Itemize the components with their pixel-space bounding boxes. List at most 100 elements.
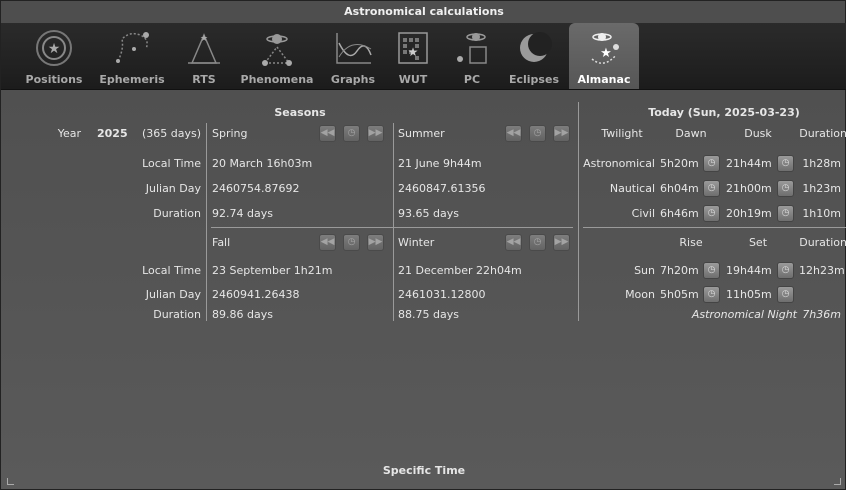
svg-text:★: ★: [600, 46, 612, 61]
clock-icon: ◷: [533, 237, 542, 247]
nautical-duration: 1h23m: [802, 182, 841, 195]
rewind-icon: ◀◀: [320, 237, 335, 247]
astronomical-dusk-goto-button[interactable]: ◷: [777, 155, 794, 172]
spring-local-time: 20 March 16h03m: [212, 157, 313, 170]
clock-icon: ◷: [707, 265, 716, 275]
summer-current-button[interactable]: ◷: [529, 125, 546, 142]
duration-column-header: Duration: [799, 127, 846, 140]
winter-duration: 88.75 days: [398, 308, 459, 321]
fast-forward-icon: ▶▶: [554, 237, 569, 247]
rewind-icon: ◀◀: [320, 128, 335, 138]
nautical-dusk: 21h00m: [726, 182, 772, 195]
winter-current-button[interactable]: ◷: [529, 234, 546, 251]
divider: [578, 102, 579, 321]
set-column-header: Set: [748, 236, 768, 249]
wut-icon: ★: [398, 32, 428, 64]
twilight-column-header: Twilight: [601, 127, 643, 140]
spring-name: Spring: [212, 127, 248, 140]
civil-dusk-goto-button[interactable]: ◷: [777, 205, 794, 222]
julian-day-label: Julian Day: [145, 288, 201, 301]
moon-set-goto-button[interactable]: ◷: [777, 286, 794, 303]
fall-duration: 89.86 days: [212, 308, 273, 321]
resize-grip-icon[interactable]: [834, 478, 841, 485]
civil-twilight-label: Civil: [631, 207, 655, 220]
divider: [211, 227, 573, 228]
sun-label: Sun: [634, 264, 655, 277]
civil-dawn-goto-button[interactable]: ◷: [703, 205, 720, 222]
tab-ephemeris[interactable]: Ephemeris: [95, 23, 169, 89]
tab-pc[interactable]: PC: [447, 23, 497, 89]
tab-label: WUT: [398, 73, 428, 86]
phenomena-icon: [262, 34, 292, 66]
specific-time-header[interactable]: Specific Time: [331, 464, 517, 477]
resize-grip-icon[interactable]: [7, 478, 14, 485]
summer-name: Summer: [398, 127, 445, 140]
summer-previous-button[interactable]: ◀◀: [505, 125, 522, 142]
tab-rts[interactable]: ★ RTS: [179, 23, 229, 89]
clock-icon: ◷: [781, 158, 790, 168]
winter-julian-day: 2461031.12800: [398, 288, 486, 301]
sun-duration: 12h23m: [799, 264, 845, 277]
spring-previous-button[interactable]: ◀◀: [319, 125, 336, 142]
fall-current-button[interactable]: ◷: [343, 234, 360, 251]
sun-rise-goto-button[interactable]: ◷: [703, 262, 720, 279]
svg-text:★: ★: [48, 41, 61, 57]
sun-set-goto-button[interactable]: ◷: [777, 262, 794, 279]
nautical-dusk-goto-button[interactable]: ◷: [777, 180, 794, 197]
nautical-dawn: 6h04m: [660, 182, 699, 195]
astronomical-dawn-goto-button[interactable]: ◷: [703, 155, 720, 172]
moon-rise-goto-button[interactable]: ◷: [703, 286, 720, 303]
fall-previous-button[interactable]: ◀◀: [319, 234, 336, 251]
graphs-icon: [336, 33, 372, 64]
duration-label: Duration: [153, 207, 201, 220]
sun-rise: 7h20m: [660, 264, 699, 277]
fall-julian-day: 2460941.26438: [212, 288, 300, 301]
nautical-twilight-label: Nautical: [609, 182, 655, 195]
spring-next-button[interactable]: ▶▶: [367, 125, 384, 142]
fall-next-button[interactable]: ▶▶: [367, 234, 384, 251]
clock-icon: ◷: [781, 208, 790, 218]
moon-set: 11h05m: [726, 288, 772, 301]
clock-icon: ◷: [707, 289, 716, 299]
winter-next-button[interactable]: ▶▶: [553, 234, 570, 251]
tab-label: Ephemeris: [99, 73, 165, 86]
clock-icon: ◷: [707, 183, 716, 193]
dawn-column-header: Dawn: [675, 127, 707, 140]
winter-local-time: 21 December 22h04m: [398, 264, 522, 277]
rise-column-header: Rise: [679, 236, 703, 249]
rts-icon: ★: [188, 33, 220, 64]
astronomical-duration: 1h28m: [802, 157, 841, 170]
local-time-label: Local Time: [142, 157, 201, 170]
tab-graphs[interactable]: Graphs: [325, 23, 381, 89]
nautical-dawn-goto-button[interactable]: ◷: [703, 180, 720, 197]
astronomical-dusk: 21h44m: [726, 157, 772, 170]
winter-previous-button[interactable]: ◀◀: [505, 234, 522, 251]
tab-positions[interactable]: ★ Positions: [15, 23, 93, 89]
spring-current-button[interactable]: ◷: [343, 125, 360, 142]
civil-dusk: 20h19m: [726, 207, 772, 220]
clock-icon: ◷: [347, 128, 356, 138]
tab-label: Positions: [25, 73, 83, 86]
civil-dawn: 6h46m: [660, 207, 699, 220]
positions-icon: ★: [36, 30, 72, 66]
summer-next-button[interactable]: ▶▶: [553, 125, 570, 142]
today-header: Today (Sun, 2025-03-23): [648, 106, 800, 119]
astronomical-night-value: 7h36m: [802, 308, 841, 321]
tab-eclipses[interactable]: Eclipses: [505, 23, 563, 89]
tab-phenomena[interactable]: Phenomena: [237, 23, 317, 89]
rewind-icon: ◀◀: [506, 128, 521, 138]
tab-almanac[interactable]: ★ Almanac: [569, 23, 639, 89]
moon-rise: 5h05m: [660, 288, 699, 301]
divider: [206, 123, 207, 321]
year-value[interactable]: 2025: [97, 127, 128, 140]
window-title: Astronomical calculations: [344, 5, 504, 18]
fall-name: Fall: [212, 236, 231, 249]
tab-label: Phenomena: [240, 73, 314, 86]
clock-icon: ◷: [781, 183, 790, 193]
eclipses-icon: [520, 32, 552, 62]
pc-icon: [457, 33, 487, 64]
fast-forward-icon: ▶▶: [554, 128, 569, 138]
summer-julian-day: 2460847.61356: [398, 182, 486, 195]
divider: [393, 123, 394, 321]
tab-wut[interactable]: ★ WUT: [387, 23, 439, 89]
